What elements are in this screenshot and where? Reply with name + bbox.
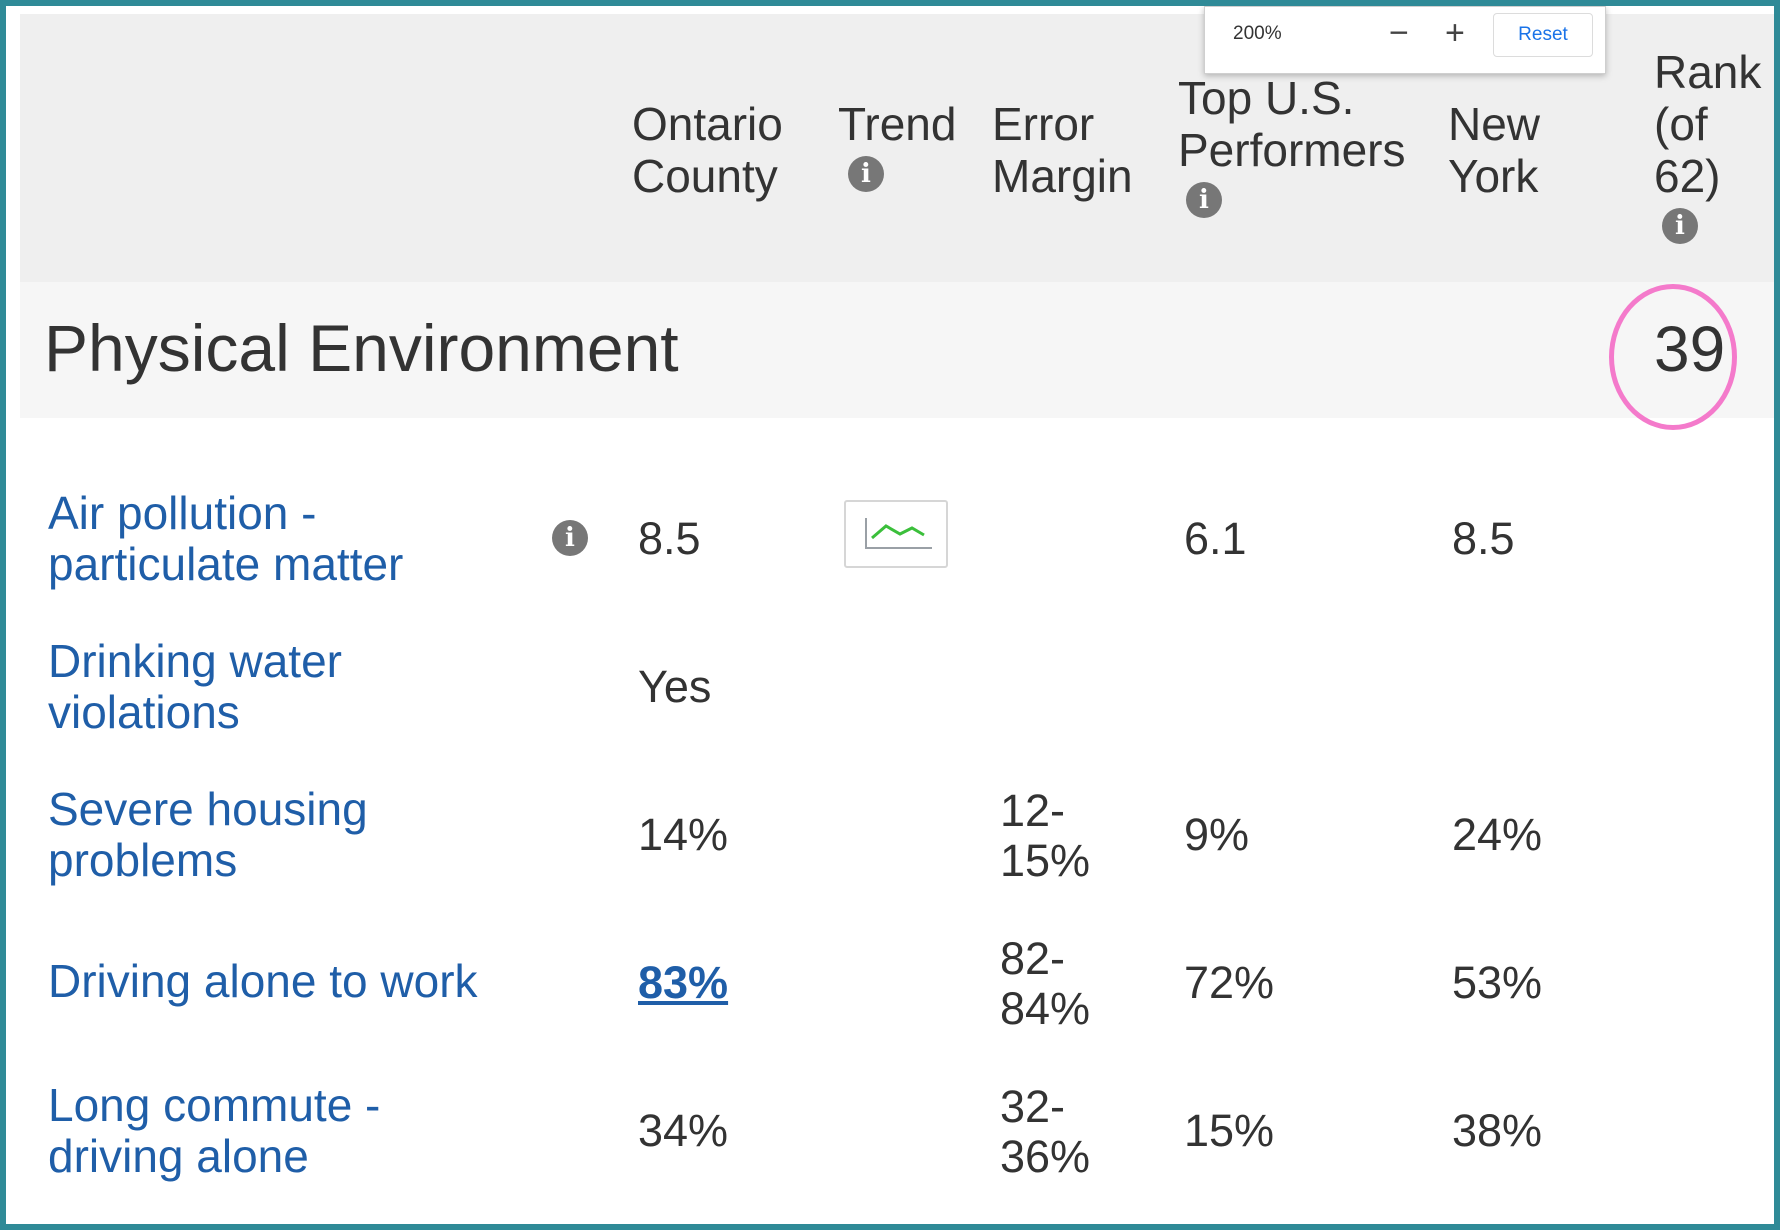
state-value: 24%: [1452, 809, 1543, 860]
rank-info-icon[interactable]: i: [1662, 208, 1698, 244]
column-header-rank: Rank (of 62): [1654, 46, 1762, 202]
column-header-error-margin: Error Margin: [992, 98, 1133, 202]
air-pollution-info-icon[interactable]: i: [552, 520, 588, 556]
county-value-link[interactable]: 83%: [638, 958, 728, 1008]
county-value: 8.5: [638, 513, 701, 564]
zoom-in-button[interactable]: +: [1445, 13, 1465, 53]
column-header-county: Ontario County: [632, 98, 783, 202]
zoom-level: 200%: [1233, 23, 1282, 44]
zoom-out-button[interactable]: −: [1389, 13, 1409, 53]
trend-line-icon: [865, 518, 932, 549]
top-performers-value: 9%: [1184, 809, 1250, 860]
state-value: 8.5: [1452, 513, 1515, 564]
zoom-popup: 200% − + Reset: [1204, 6, 1606, 74]
top-performers-value: 15%: [1184, 1105, 1275, 1156]
state-value: 38%: [1452, 1105, 1543, 1156]
top-performers-info-icon[interactable]: i: [1186, 182, 1222, 218]
county-value: 34%: [638, 1105, 729, 1156]
zoom-reset-button[interactable]: Reset: [1493, 13, 1593, 57]
measure-drinking-water-violations[interactable]: Drinking water violations: [48, 636, 342, 738]
column-header-trend: Trend: [838, 98, 957, 150]
error-margin-value: 82- 84%: [1000, 933, 1091, 1034]
measure-severe-housing-problems[interactable]: Severe housing problems: [48, 784, 368, 886]
measure-air-pollution[interactable]: Air pollution - particulate matter: [48, 488, 403, 590]
state-value: 53%: [1452, 957, 1543, 1008]
section-title: Physical Environment: [44, 311, 679, 385]
page-frame: Ontario County Trend i Error Margin Top …: [0, 0, 1780, 1230]
error-margin-value: 12- 15%: [1000, 785, 1091, 886]
top-performers-value: 6.1: [1184, 513, 1247, 564]
error-margin-value: 32- 36%: [1000, 1081, 1091, 1182]
measure-driving-alone-to-work[interactable]: Driving alone to work: [48, 956, 478, 1007]
trend-chart-button[interactable]: [844, 500, 948, 568]
top-performers-value: 72%: [1184, 957, 1275, 1008]
county-value: Yes: [638, 661, 712, 712]
highlight-circle: [1609, 284, 1737, 430]
county-value: 14%: [638, 809, 729, 860]
trend-info-icon[interactable]: i: [848, 156, 884, 192]
column-header-new-york: New York: [1448, 98, 1541, 202]
measure-long-commute[interactable]: Long commute - driving alone: [48, 1080, 380, 1182]
column-header-top-performers: Top U.S. Performers: [1178, 72, 1406, 176]
